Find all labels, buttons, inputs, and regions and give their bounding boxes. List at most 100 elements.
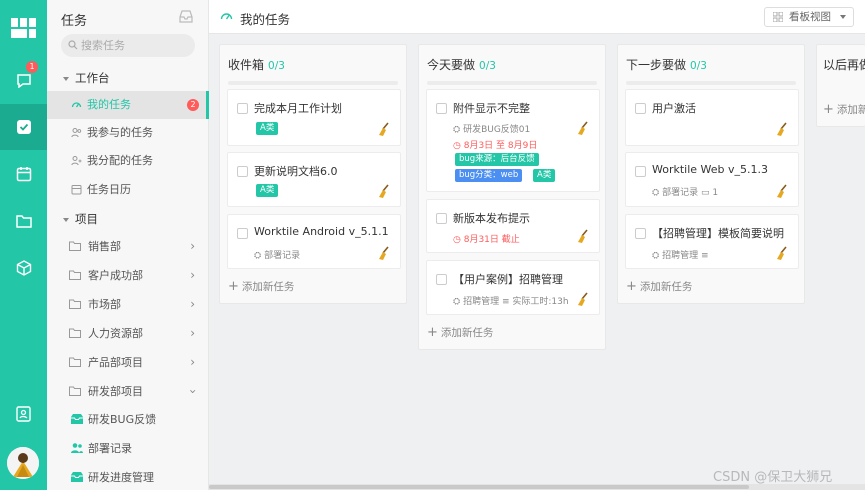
project-label: 研发部项目 <box>88 385 143 398</box>
project-name: 招聘管理 <box>662 251 699 261</box>
project-hr[interactable]: 人力资源部 › <box>47 319 209 348</box>
project-name: 研发BUG反馈01 <box>463 125 531 135</box>
inbox-icon[interactable] <box>179 10 193 23</box>
priority-tag: A类 <box>533 169 556 182</box>
project-product[interactable]: 产品部项目 › <box>47 348 209 377</box>
user-group-icon <box>71 443 83 453</box>
task-card[interactable]: 更新说明文档6.0 A类 <box>227 152 401 207</box>
rail-files[interactable] <box>0 198 47 244</box>
nav-assigned-tasks[interactable]: 我分配的任务 <box>47 147 209 175</box>
subproject-label: 研发BUG反馈 <box>88 413 157 426</box>
priority-tag: A类 <box>256 184 279 197</box>
chevron-right-icon: › <box>190 268 195 282</box>
task-checkbox[interactable] <box>635 228 646 239</box>
broom-icon[interactable] <box>575 120 591 136</box>
scrollbar-thumb[interactable] <box>209 485 749 489</box>
watermark: CSDN @保卫大狮兄 <box>713 470 833 485</box>
task-card[interactable]: 【用户案例】招聘管理 ⛭ 招聘管理 ≡ 实际工时:13h <box>426 260 600 315</box>
task-checkbox[interactable] <box>237 228 248 239</box>
broom-icon[interactable] <box>774 121 790 137</box>
plus-icon: + <box>427 325 438 340</box>
column-divider <box>427 81 597 85</box>
rail-contacts[interactable] <box>0 391 47 437</box>
workbench-label: 工作台 <box>75 71 110 85</box>
folder-icon <box>69 241 81 251</box>
task-checkbox[interactable] <box>436 213 447 224</box>
project-sales[interactable]: 销售部 › <box>47 232 209 261</box>
view-label: 看板视图 <box>789 11 831 23</box>
add-task-label: 添加新 <box>836 104 865 116</box>
subproject-progress[interactable]: 研发进度管理 <box>47 463 209 490</box>
rail-messages[interactable]: 1 <box>0 57 47 103</box>
work-hours: 实际工时:13h <box>512 297 569 307</box>
sidebar: 任务 搜索任务 工作台 我的任务 2 我参与的任务 我分配的任务 任务日历 项目 <box>47 0 209 490</box>
nav-task-calendar[interactable]: 任务日历 <box>47 176 209 204</box>
menu-lines-icon: ≡ <box>698 251 709 261</box>
add-task-button[interactable]: + 添加新任务 <box>427 325 493 340</box>
calendar-icon <box>16 167 31 182</box>
priority-tag: A类 <box>256 122 279 135</box>
nav-participated-tasks[interactable]: 我参与的任务 <box>47 119 209 147</box>
add-task-button[interactable]: +添加新 <box>823 102 865 117</box>
subproject-label: 部署记录 <box>88 442 132 455</box>
task-checkbox[interactable] <box>237 103 248 114</box>
rail-calendar[interactable] <box>0 151 47 197</box>
broom-icon[interactable] <box>774 183 790 199</box>
grid-icon <box>773 12 783 22</box>
task-card[interactable]: 新版本发布提示 ◷ 8月31日 截止 <box>426 199 600 253</box>
project-rnd[interactable]: 研发部项目 › <box>47 377 209 406</box>
user-avatar[interactable] <box>7 447 39 479</box>
add-task-button[interactable]: + 添加新任务 <box>228 279 294 294</box>
projects-header[interactable]: 项目 <box>63 211 98 227</box>
search-input[interactable]: 搜索任务 <box>61 34 195 57</box>
workbench-header[interactable]: 工作台 <box>63 70 110 86</box>
column-header: 下一步要做 0/3 <box>626 56 707 73</box>
contacts-icon <box>16 406 31 422</box>
rail-apps[interactable] <box>0 245 47 291</box>
task-checkbox[interactable] <box>436 103 447 114</box>
nav-my-tasks[interactable]: 我的任务 2 <box>47 91 209 119</box>
subproject-deploy-log[interactable]: 部署记录 <box>47 434 209 463</box>
column-count: 0/3 <box>268 60 285 72</box>
project-label: 市场部 <box>88 298 121 311</box>
logo-icon[interactable] <box>11 18 36 38</box>
task-project: ⛭ 部署记录 ▭ 1 <box>652 185 718 198</box>
app-root: 1 任务 搜索任务 工作台 我的任务 2 我参与的任务 我分配的任务 任务日历 … <box>0 0 865 490</box>
task-checkbox[interactable] <box>436 274 447 285</box>
task-card[interactable]: 【招聘管理】模板简要说明 ⛭ 招聘管理 ≡ <box>625 214 799 269</box>
task-checkbox[interactable] <box>635 166 646 177</box>
project-label: 产品部项目 <box>88 356 143 369</box>
task-card[interactable]: Worktile Android v_5.1.1 ⛭ 部署记录 <box>227 214 401 269</box>
task-checkbox[interactable] <box>237 166 248 177</box>
project-icon: ⛭ <box>453 297 464 307</box>
task-card[interactable]: 附件显示不完整 ⛭ 研发BUG反馈01 ◷ 8月3日 至 8月9日 bug来源：… <box>426 89 600 192</box>
icon-rail: 1 <box>0 0 47 490</box>
task-project: ⛭ 部署记录 <box>254 248 300 261</box>
project-marketing[interactable]: 市场部 › <box>47 290 209 319</box>
broom-icon[interactable] <box>376 121 392 137</box>
broom-icon[interactable] <box>575 228 591 244</box>
subproject-bug-feedback[interactable]: 研发BUG反馈 <box>47 405 209 434</box>
calendar-icon <box>71 185 82 195</box>
chevron-right-icon: › <box>190 355 195 369</box>
project-icon: ⛭ <box>453 125 464 135</box>
broom-icon[interactable] <box>774 245 790 261</box>
project-icon: ⛭ <box>652 188 663 198</box>
broom-icon[interactable] <box>376 245 392 261</box>
broom-icon[interactable] <box>376 183 392 199</box>
participant-icon <box>71 128 82 138</box>
task-checkbox[interactable] <box>635 103 646 114</box>
comment-icon: ▭ <box>698 188 713 198</box>
view-switcher[interactable]: 看板视图 <box>764 7 854 27</box>
task-card[interactable]: 用户激活 <box>625 89 799 146</box>
task-card[interactable]: 完成本月工作计划 A类 <box>227 89 401 146</box>
notify-badge: 1 <box>26 61 38 73</box>
add-task-button[interactable]: + 添加新任务 <box>626 279 692 294</box>
task-card[interactable]: Worktile Web v_5.1.3 ⛭ 部署记录 ▭ 1 <box>625 152 799 207</box>
project-icon: ⛭ <box>652 251 663 261</box>
add-task-label: 添加新任务 <box>639 281 693 293</box>
broom-icon[interactable] <box>575 291 591 307</box>
project-customer-success[interactable]: 客户成功部 › <box>47 261 209 290</box>
add-task-label: 添加新任务 <box>241 281 295 293</box>
rail-tasks[interactable] <box>0 104 47 150</box>
